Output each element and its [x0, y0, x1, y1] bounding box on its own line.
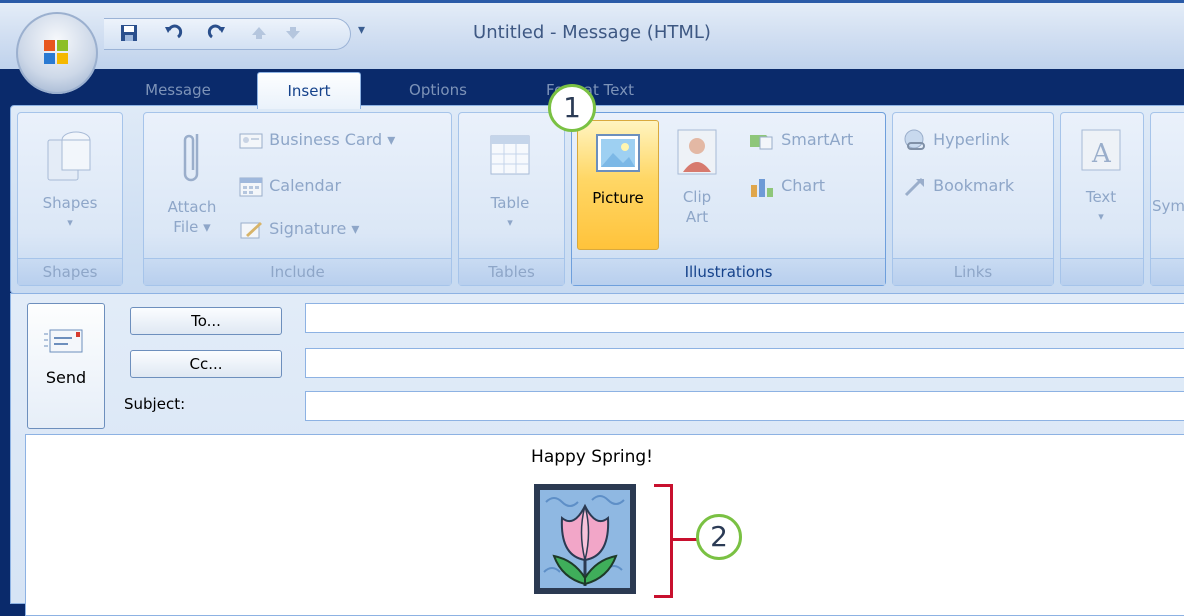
shapes-icon [47, 131, 91, 181]
text-icon: A [1081, 129, 1121, 171]
clip-art-button[interactable]: Clip Art [664, 126, 730, 246]
cc-field[interactable] [305, 348, 1184, 378]
chart-button[interactable]: Chart [748, 174, 825, 198]
to-field[interactable] [305, 303, 1184, 333]
tab-options[interactable]: Options [392, 76, 484, 104]
tab-message[interactable]: Message [128, 76, 228, 104]
chart-label: Chart [781, 176, 826, 195]
send-envelope-icon [44, 329, 83, 353]
attach-file-dropdown: File ▾ [173, 218, 211, 236]
callout-2-badge: 2 [696, 514, 742, 560]
smartart-label: SmartArt [781, 130, 854, 149]
calendar-label: Calendar [269, 176, 342, 195]
smartart-button[interactable]: SmartArt [748, 128, 853, 152]
calendar-icon [239, 177, 263, 196]
symbol-button[interactable]: Sym [1152, 196, 1184, 220]
picture-label: Picture [592, 189, 644, 207]
signature-label: Signature ▾ [269, 219, 360, 238]
hyperlink-icon [904, 129, 925, 150]
window-title: Untitled - Message (HTML) [473, 22, 711, 43]
hyperlink-button[interactable]: Hyperlink [902, 128, 1009, 152]
group-label-shapes: Shapes [18, 258, 122, 285]
group-label-text [1061, 258, 1143, 285]
signature-icon [240, 221, 262, 238]
tulip-picture[interactable] [532, 482, 638, 596]
bracket-connector [672, 538, 698, 541]
shapes-dropdown-icon: ▾ [67, 216, 73, 229]
send-label: Send [45, 368, 87, 387]
cc-button[interactable]: Cc... [130, 350, 282, 378]
table-icon [490, 135, 530, 175]
chart-icon [751, 178, 773, 197]
group-label-symbols [1151, 258, 1184, 285]
attach-file-button[interactable]: Attach File ▾ [152, 126, 232, 246]
body-text: Happy Spring! [531, 447, 653, 467]
table-label: Table [490, 194, 530, 212]
office-button[interactable] [16, 12, 98, 94]
bookmark-button[interactable]: Bookmark [902, 174, 1014, 198]
table-button[interactable]: Table ▾ [470, 126, 550, 246]
subject-label: Subject: [124, 395, 186, 413]
text-button[interactable]: A Text ▾ [1066, 126, 1136, 246]
group-label-include: Include [144, 258, 451, 285]
table-dropdown-icon: ▾ [507, 216, 513, 229]
callout-1-badge: 1 [548, 84, 596, 132]
tab-insert[interactable]: Insert [257, 72, 361, 109]
send-button[interactable]: Send [27, 303, 105, 429]
clip-label: Clip [682, 188, 712, 206]
picture-button[interactable]: Picture [577, 120, 659, 250]
business-card-icon [239, 133, 263, 148]
text-label: Text [1085, 188, 1117, 206]
smartart-icon [750, 134, 773, 149]
attach-label: Attach [167, 198, 217, 216]
symbol-label: Sym [1152, 197, 1184, 215]
picture-icon [596, 134, 640, 172]
group-label-illustrations: Illustrations [572, 258, 885, 285]
group-label-links: Links [893, 258, 1053, 285]
signature-button[interactable]: Signature ▾ [238, 217, 359, 241]
business-card-label: Business Card ▾ [269, 130, 396, 149]
office-logo-icon [44, 40, 68, 64]
calendar-button[interactable]: Calendar [238, 174, 341, 198]
business-card-button[interactable]: Business Card ▾ [238, 128, 395, 152]
group-label-tables: Tables [459, 258, 564, 285]
text-dropdown-icon: ▾ [1098, 210, 1104, 223]
svg-text:A: A [1091, 139, 1112, 169]
shapes-button[interactable]: Shapes ▾ [30, 126, 110, 246]
paperclip-icon [183, 134, 199, 182]
to-button[interactable]: To... [130, 307, 282, 335]
shapes-label: Shapes [42, 194, 98, 212]
bookmark-label: Bookmark [933, 176, 1015, 195]
subject-field[interactable] [305, 391, 1184, 421]
picture-bracket [654, 484, 673, 598]
art-label: Art [685, 208, 709, 226]
hyperlink-label: Hyperlink [933, 130, 1010, 149]
bookmark-icon [904, 177, 924, 196]
clip-art-icon [677, 129, 717, 175]
